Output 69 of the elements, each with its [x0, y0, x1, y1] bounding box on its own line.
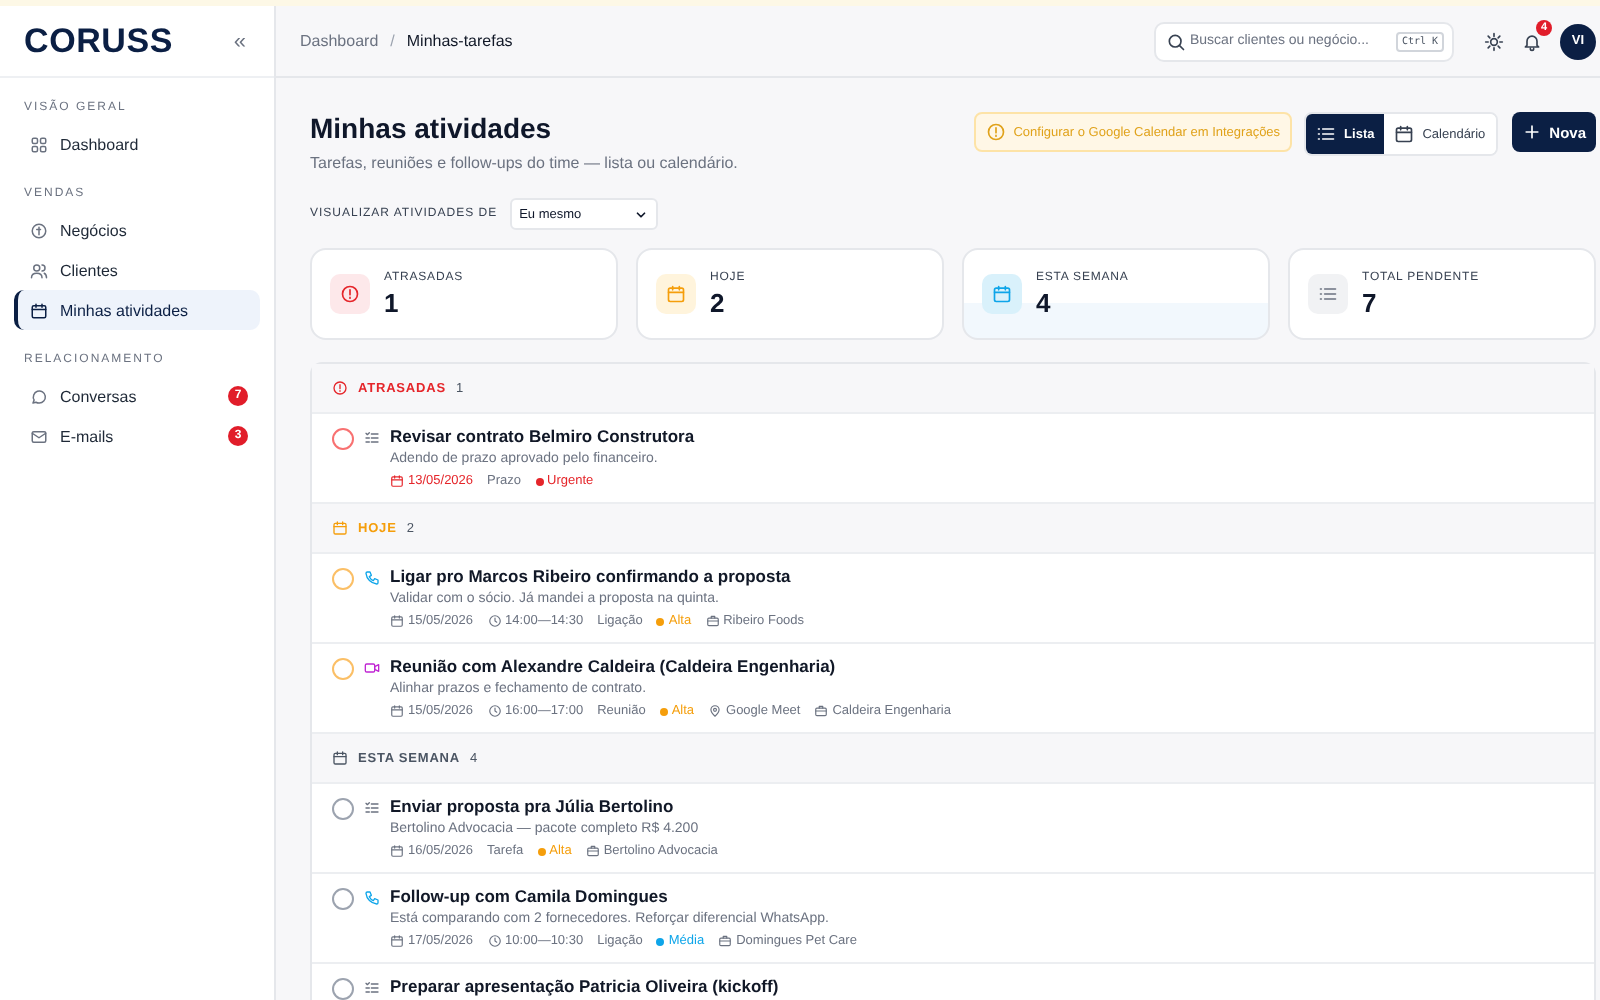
chat-bubble-icon: [30, 387, 48, 405]
sidebar-item[interactable]: Clientes: [14, 250, 260, 290]
caret-icon: [633, 207, 648, 221]
clock-icon: [487, 614, 502, 628]
breadcrumb-current: Minhas-tarefas: [406, 32, 513, 50]
logo: CORUSS: [24, 21, 174, 61]
video-camera-icon: [364, 660, 380, 676]
sun-icon: [1484, 31, 1504, 51]
complete-checkbox[interactable]: [332, 798, 354, 820]
activity-title[interactable]: Revisar contrato Belmiro Construtora: [390, 426, 695, 446]
search-icon: [1166, 31, 1186, 51]
complete-checkbox[interactable]: [332, 428, 354, 450]
complete-checkbox[interactable]: [332, 658, 354, 680]
breadcrumb-separator: /: [390, 32, 395, 50]
briefcase-icon: [705, 614, 720, 628]
theme-toggle-button[interactable]: [1484, 31, 1504, 51]
breadcrumb-link[interactable]: Dashboard: [300, 32, 379, 50]
phone-icon: [364, 570, 380, 586]
list-icon: [1316, 124, 1337, 144]
activity-title[interactable]: Reunião com Alexandre Caldeira (Caldeira Engenharia): [390, 656, 951, 676]
stat-value: 1: [384, 287, 401, 317]
calendar-icon: [390, 614, 404, 628]
calendar-icon: [390, 844, 404, 858]
users-icon: [30, 261, 48, 279]
calendar-icon: [390, 934, 404, 948]
briefcase-icon: [585, 844, 600, 858]
checklist-icon: [364, 800, 380, 816]
coin-icon: [30, 221, 48, 239]
clock-icon: [487, 934, 502, 948]
page-subtitle: Tarefas, reuniões e follow-ups do time — lista ou calendário.: [310, 154, 740, 172]
calendar-icon: [666, 284, 686, 304]
alert-icon: [985, 122, 1006, 142]
briefcase-icon: [814, 704, 829, 718]
list-icon: [1318, 284, 1338, 304]
calendar-icon: [332, 520, 348, 536]
activity-title[interactable]: Ligar pro Marcos Ribeiro confirmando a proposta: [390, 566, 805, 586]
activity-title[interactable]: Follow-up com Camila Domingues: [390, 886, 857, 906]
activity-title[interactable]: Preparar apresentação Patricia Oliveira (kickoff): [390, 976, 779, 996]
calendar-icon: [1394, 124, 1415, 144]
envelope-icon: [30, 427, 48, 445]
stat-value: 4: [1036, 287, 1053, 317]
complete-checkbox[interactable]: [332, 568, 354, 590]
sidebar-item[interactable]: Dashboard: [14, 124, 260, 164]
page-title: Minhas atividades: [310, 112, 554, 144]
plus-icon: [1521, 122, 1542, 142]
calendar-icon: [30, 301, 48, 319]
grid-icon: [30, 135, 48, 153]
briefcase-icon: [718, 934, 733, 948]
alert-icon: [332, 380, 348, 396]
notifications-button[interactable]: [1522, 31, 1542, 51]
alert-icon: [340, 284, 360, 304]
complete-checkbox[interactable]: [332, 978, 354, 1000]
complete-checkbox[interactable]: [332, 888, 354, 910]
collapse-button[interactable]: «: [229, 29, 250, 53]
calendar-icon: [390, 704, 404, 718]
calendar-icon: [992, 284, 1012, 304]
activity-title[interactable]: Enviar proposta pra Júlia Bertolino: [390, 796, 718, 816]
calendar-icon: [332, 750, 348, 766]
stat-value: 7: [1362, 287, 1379, 317]
sidebar-item[interactable]: Minhas atividades: [14, 290, 260, 330]
stat-value: 2: [710, 287, 727, 317]
checklist-icon: [364, 430, 380, 446]
clock-icon: [487, 704, 502, 718]
location-pin-icon: [708, 704, 723, 718]
calendar-icon: [390, 474, 404, 488]
checklist-icon: [364, 980, 380, 996]
phone-icon: [364, 890, 380, 906]
sidebar-item[interactable]: Negócios: [14, 210, 260, 250]
bell-icon: [1522, 31, 1542, 51]
